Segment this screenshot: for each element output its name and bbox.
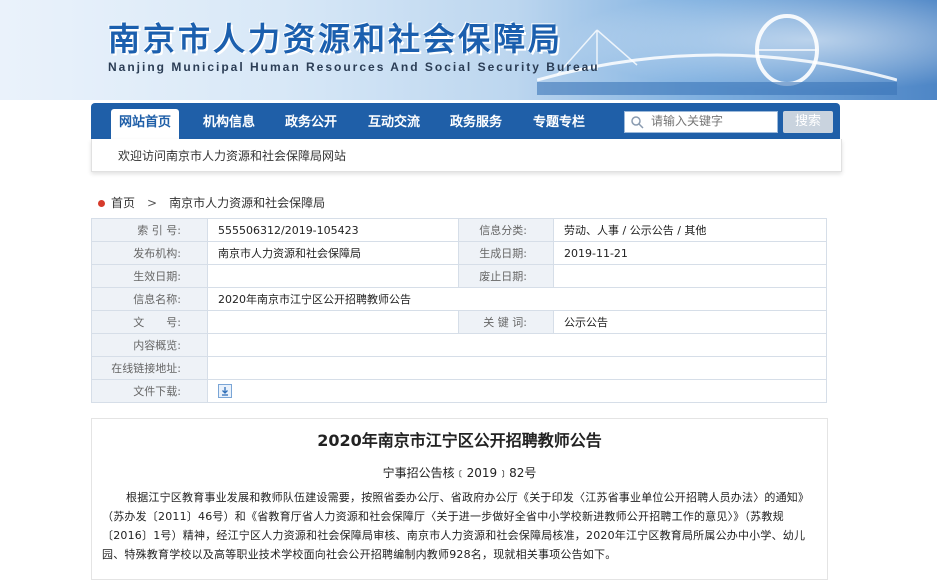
created-date-label: 生成日期:	[458, 241, 554, 265]
site-title-en: Nanjing Municipal Human Resources And So…	[108, 60, 600, 74]
expiry-date-value	[553, 264, 827, 288]
search-box	[624, 111, 778, 133]
download-icon[interactable]	[218, 384, 232, 398]
nav-item-interaction[interactable]: 互动交流	[360, 109, 428, 137]
welcome-bar: 欢迎访问南京市人力资源和社会保障局网站	[91, 139, 842, 172]
table-row: 内容概览:	[91, 333, 827, 357]
article-title: 2020年南京市江宁区公开招聘教师公告	[317, 431, 602, 450]
online-link-label: 在线链接地址:	[91, 356, 208, 380]
table-row: 信息名称: 2020年南京市江宁区公开招聘教师公告	[91, 287, 827, 311]
nav-item-organization[interactable]: 机构信息	[195, 109, 263, 137]
header-banner: 南京市人力资源和社会保障局 Nanjing Municipal Human Re…	[0, 0, 937, 100]
expiry-date-label: 废止日期:	[458, 264, 554, 288]
site-title-cn: 南京市人力资源和社会保障局	[108, 20, 564, 58]
effective-date-label: 生效日期:	[91, 264, 208, 288]
doc-number-value	[207, 310, 459, 334]
info-name-value: 2020年南京市江宁区公开招聘教师公告	[207, 287, 827, 311]
info-name-label: 信息名称:	[91, 287, 208, 311]
breadcrumb-home-link[interactable]: 首页	[111, 196, 135, 210]
nav-item-government-affairs[interactable]: 政务公开	[277, 109, 345, 137]
doc-number-label: 文 号:	[91, 310, 208, 334]
article-doc-number: 宁事招公告核﹝2019﹞82号	[382, 466, 537, 480]
file-download-cell	[207, 379, 827, 403]
welcome-text: 欢迎访问南京市人力资源和社会保障局网站	[118, 149, 347, 163]
nav-item-services[interactable]: 政务服务	[442, 109, 510, 137]
summary-label: 内容概览:	[91, 333, 208, 357]
category-value: 劳动、人事 / 公示公告 / 其他	[553, 218, 827, 242]
table-row: 在线链接地址:	[91, 356, 827, 380]
summary-value	[207, 333, 827, 357]
table-row: 发布机构: 南京市人力资源和社会保障局 生成日期: 2019-11-21	[91, 241, 827, 265]
nav-item-home[interactable]: 网站首页	[111, 109, 180, 139]
bridge-illustration	[537, 14, 897, 95]
effective-date-value	[207, 264, 459, 288]
keyword-value: 公示公告	[553, 310, 827, 334]
table-row: 文 号: 关 键 词: 公示公告	[91, 310, 827, 334]
info-metadata-table: 索 引 号: 555506312/2019-105423 信息分类: 劳动、人事…	[91, 218, 827, 403]
search-input[interactable]	[651, 113, 771, 129]
breadcrumb-separator: >	[147, 196, 158, 210]
search-icon	[631, 116, 644, 129]
table-row: 文件下载:	[91, 379, 827, 403]
category-label: 信息分类:	[458, 218, 554, 242]
index-value: 555506312/2019-105423	[207, 218, 459, 242]
keyword-label: 关 键 词:	[458, 310, 554, 334]
table-row: 索 引 号: 555506312/2019-105423 信息分类: 劳动、人事…	[91, 218, 827, 242]
breadcrumb-current[interactable]: 南京市人力资源和社会保障局	[169, 196, 325, 210]
online-link-value	[207, 356, 827, 380]
table-row: 生效日期: 废止日期:	[91, 264, 827, 288]
breadcrumb: 首页 > 南京市人力资源和社会保障局	[98, 194, 325, 211]
search-button[interactable]: 搜索	[783, 111, 833, 133]
breadcrumb-dot-icon	[98, 200, 105, 207]
publisher-label: 发布机构:	[91, 241, 208, 265]
nav-item-topics[interactable]: 专题专栏	[525, 109, 593, 137]
file-download-label: 文件下载:	[91, 379, 208, 403]
article-body: 根据江宁区教育事业发展和教师队伍建设需要，按照省委办公厅、省政府办公厅《关于印发…	[102, 491, 810, 561]
index-label: 索 引 号:	[91, 218, 208, 242]
created-date-value: 2019-11-21	[553, 241, 827, 265]
article-panel: 2020年南京市江宁区公开招聘教师公告 宁事招公告核﹝2019﹞82号 根据江宁…	[91, 418, 828, 580]
publisher-value: 南京市人力资源和社会保障局	[207, 241, 459, 265]
